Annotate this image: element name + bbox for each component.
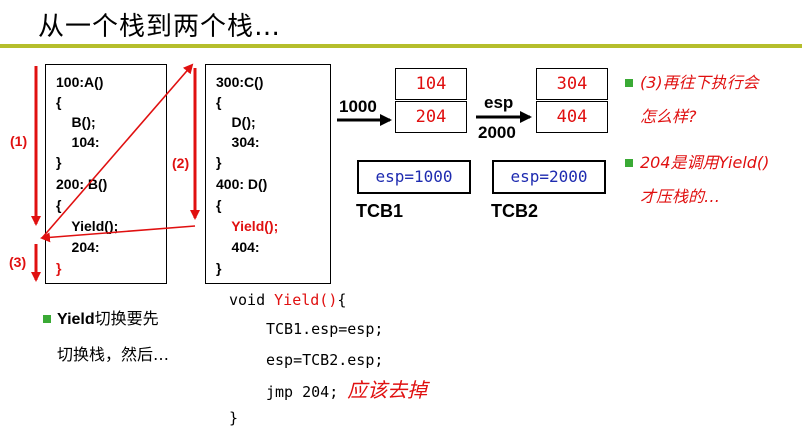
note-q3-line1: (3)再往下执行会 bbox=[640, 73, 759, 92]
note-q204-line1: 204是调用Yield() bbox=[640, 153, 770, 172]
label-1000: 1000 bbox=[339, 97, 377, 116]
stackB-cell-bottom: 404 bbox=[536, 101, 608, 133]
bullet-yield bbox=[43, 315, 51, 323]
tcb1-box: esp=1000 bbox=[357, 160, 471, 194]
yield-line3-comment: 应该去掉 bbox=[347, 378, 428, 402]
yield-sig-prefix: void bbox=[229, 291, 275, 309]
stackA-cell-bottom: 204 bbox=[395, 101, 467, 133]
note-yield-line2: 切换栈，然后… bbox=[57, 345, 170, 364]
bullet-q3 bbox=[625, 79, 633, 87]
stackB-cell-top: 304 bbox=[536, 68, 608, 100]
tcb2-box: esp=2000 bbox=[492, 160, 606, 194]
arrow-jump-to-stack2 bbox=[41, 63, 194, 239]
yield-sig-suffix: { bbox=[337, 291, 347, 309]
note-yield-line1: Yield切换要先 bbox=[57, 304, 159, 335]
label-2000: 2000 bbox=[478, 123, 516, 142]
yield-sig-name: Yield() bbox=[274, 291, 338, 309]
note-q3-line2: 怎么样? bbox=[640, 107, 697, 126]
note-yield-keyword: Yield bbox=[57, 311, 95, 328]
yield-line3: jmp 204; 应该去掉 bbox=[266, 376, 427, 407]
tcb1-label: TCB1 bbox=[356, 201, 404, 221]
stackA-cell-top: 104 bbox=[395, 68, 467, 100]
yield-line1: TCB1.esp=esp; bbox=[266, 320, 384, 338]
arrow-return-to-stack1 bbox=[40, 225, 196, 243]
tcb2-label: TCB2 bbox=[491, 201, 539, 221]
yield-line3-code: jmp 204; bbox=[266, 383, 348, 401]
yield-line2: esp=TCB2.esp; bbox=[266, 351, 384, 369]
note-yield-line1-rest: 切换要先 bbox=[94, 309, 159, 328]
label-esp: esp bbox=[484, 93, 514, 112]
yield-signature: void Yield(){ bbox=[229, 286, 346, 315]
bullet-q204 bbox=[625, 159, 633, 167]
note-q204-line2: 才压栈的… bbox=[640, 187, 721, 206]
